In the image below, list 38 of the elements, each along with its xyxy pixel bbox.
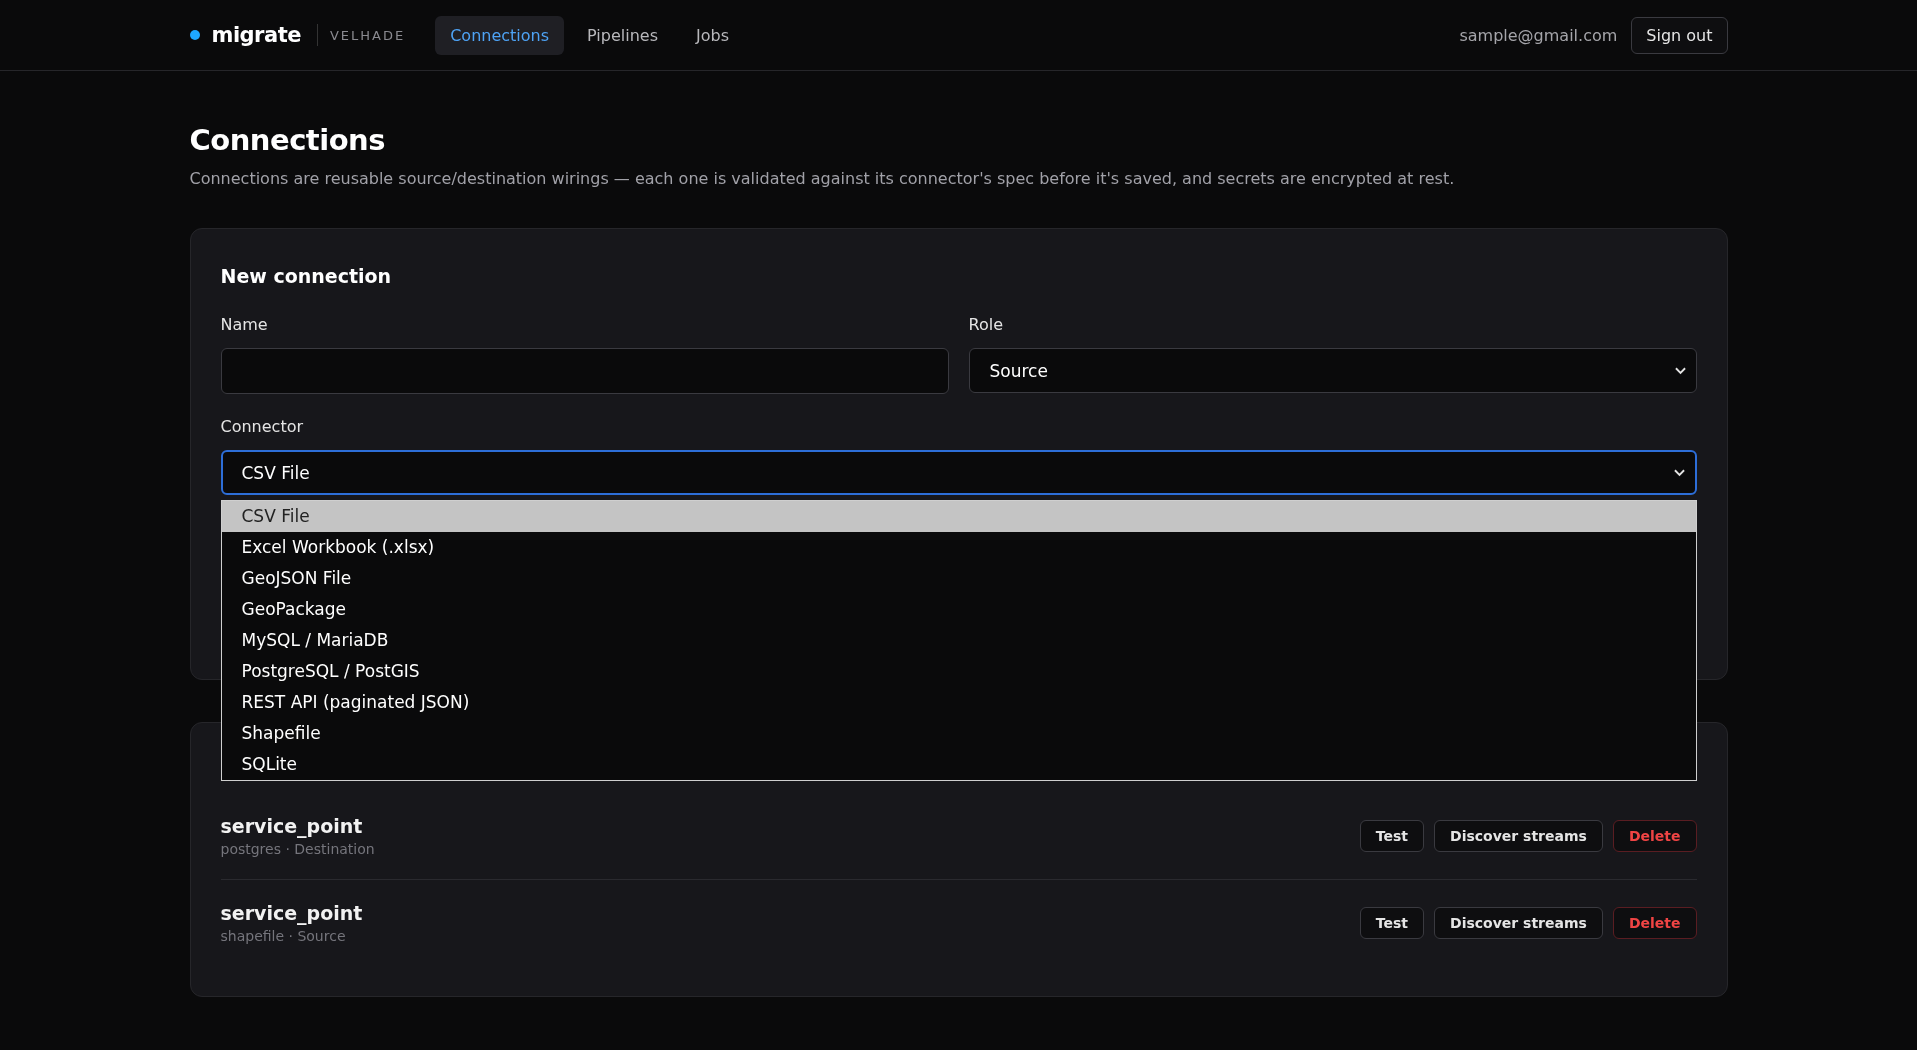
nav-tab[interactable]: Pipelines xyxy=(572,15,673,55)
dropdown-option[interactable]: GeoPackage xyxy=(221,594,1696,625)
dropdown-option[interactable]: Shapefile xyxy=(221,718,1696,749)
connection-name: service_point xyxy=(220,902,363,924)
field-label: Name xyxy=(220,315,269,334)
nav-tab[interactable]: Connections xyxy=(435,15,565,55)
dropdown-option[interactable]: CSV File xyxy=(221,501,1696,532)
connection-meta: shapefile · Source xyxy=(220,928,347,944)
brand-dot-icon xyxy=(189,30,200,40)
dropdown-option[interactable]: MySQL / MariaDB xyxy=(221,625,1696,656)
chevron-down-icon xyxy=(1674,366,1686,375)
dropdown-option[interactable]: Excel Workbook (.xlsx) xyxy=(221,532,1696,563)
delete-button[interactable]: Delete xyxy=(1612,820,1697,852)
role-select[interactable]: Source xyxy=(968,348,1697,393)
connector-select[interactable]: CSV File xyxy=(220,450,1697,495)
card-title: New connection xyxy=(220,265,393,287)
nav-tab[interactable]: Jobs xyxy=(681,15,744,55)
workspace-name: VELHADE xyxy=(329,27,406,43)
connection-meta: postgres · Destination xyxy=(220,841,375,857)
page-description: Connections are reusable source/destination wirings — each one is validated against its connector's spec before it's saved, and secrets are encrypted at rest. xyxy=(189,169,1456,188)
delete-button[interactable]: Delete xyxy=(1612,907,1697,939)
user-email: sample@gmail.com xyxy=(1459,25,1618,45)
action-button[interactable]: Discover streams xyxy=(1434,820,1603,852)
action-button[interactable]: Test xyxy=(1359,907,1424,939)
page-title: Connections xyxy=(189,123,386,157)
dropdown-option[interactable]: SQLite xyxy=(221,749,1696,780)
field-label: Role xyxy=(968,315,1004,334)
action-button[interactable]: Discover streams xyxy=(1434,907,1603,939)
dropdown-option[interactable]: REST API (paginated JSON) xyxy=(221,687,1696,718)
brand-name: migrate xyxy=(211,23,301,47)
field-label: Connector xyxy=(220,417,305,436)
name-input-field[interactable] xyxy=(220,348,949,394)
dropdown-option[interactable]: PostgreSQL / PostGIS xyxy=(221,656,1696,687)
dropdown-option[interactable]: GeoJSON File xyxy=(221,563,1696,594)
sign-out-button[interactable]: Sign out xyxy=(1631,16,1728,54)
connection-name: service_point xyxy=(220,815,364,837)
action-button[interactable]: Test xyxy=(1359,820,1424,852)
chevron-down-icon xyxy=(1673,468,1685,477)
